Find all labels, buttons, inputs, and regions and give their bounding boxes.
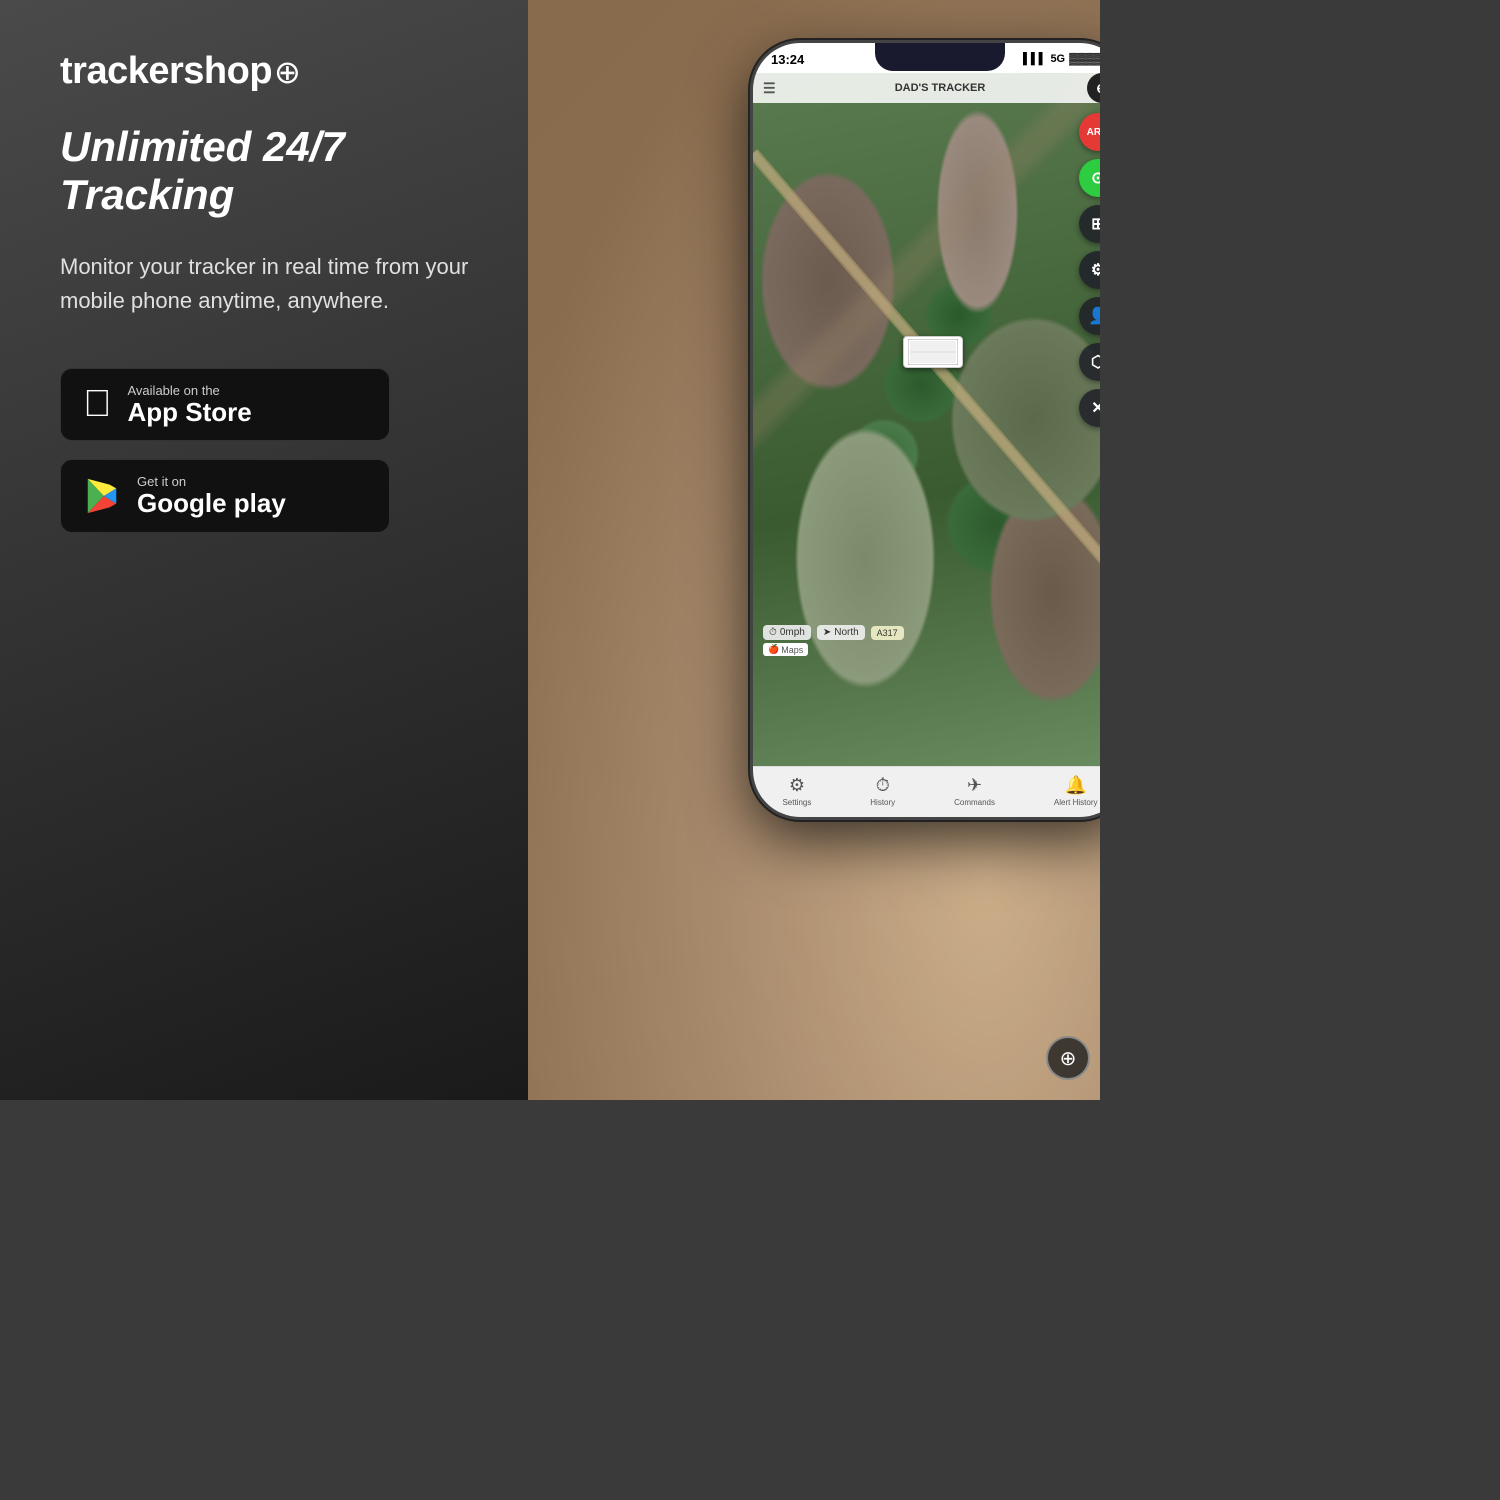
speed-value: 0mph: [780, 627, 805, 638]
nav-history[interactable]: ⏱ History: [870, 775, 895, 807]
road-badge: A317: [871, 626, 904, 640]
app-store-top-text: Available on the: [128, 383, 252, 398]
layers-fab[interactable]: ⊞: [1079, 205, 1100, 243]
speed-badge: ⏱ 0mph: [763, 625, 811, 640]
apple-maps-icon: 🍎: [768, 644, 779, 655]
phone-mockup: 13:24 ▌▌▌ 5G ▓▓▓▓░: [750, 40, 1100, 820]
subtext: Monitor your tracker in real time from y…: [60, 250, 488, 318]
direction-badge: ➤ North: [817, 625, 865, 640]
phone-frame: 13:24 ▌▌▌ 5G ▓▓▓▓░: [750, 40, 1100, 820]
headline: Unlimited 24/7Tracking: [60, 123, 488, 220]
speed-icon: ⏱: [769, 627, 777, 638]
app-store-main-text: App Store: [128, 398, 252, 427]
bottom-nav: ⚙ Settings ⏱ History ✈ Commands 🔔 Alert …: [753, 766, 1100, 817]
map-fab-container: ARM ⊙ ⊞ ⚙ 👤: [1079, 113, 1100, 427]
nav-settings[interactable]: ⚙ Settings: [782, 775, 811, 807]
nav-alert-history[interactable]: 🔔 Alert History: [1054, 775, 1098, 807]
share-fab[interactable]: ⬡: [1079, 343, 1100, 381]
person-icon: 👤: [1088, 306, 1100, 326]
nav-commands[interactable]: ✈ Commands: [954, 775, 995, 807]
google-play-icon: [83, 477, 121, 515]
settings-icon: ⚙: [1091, 260, 1100, 280]
share-icon: ⬡: [1091, 352, 1100, 372]
compass-direction-icon: ➤: [823, 627, 831, 638]
logo-icon: ⊕: [274, 53, 301, 91]
app-store-badge[interactable]:  Available on the App Store: [60, 368, 390, 442]
close-icon: ✕: [1091, 398, 1100, 418]
map-area: ☰ DAD'S TRACKER ⊕: [753, 73, 1100, 766]
signal-bars-icon: ▌▌▌: [1023, 53, 1046, 65]
compass-icon[interactable]: ⊕: [1087, 73, 1100, 103]
google-play-badge[interactable]: Get it on Google play: [60, 459, 390, 533]
commands-nav-icon: ✈: [967, 775, 982, 796]
person-fab[interactable]: 👤: [1079, 297, 1100, 335]
maps-label: 🍎 Maps: [763, 643, 808, 656]
direction-value: North: [834, 627, 858, 638]
settings-fab[interactable]: ⚙: [1079, 251, 1100, 289]
google-play-text-wrap: Get it on Google play: [137, 474, 286, 518]
compass-bottom-icon: ⊕: [1060, 1046, 1077, 1071]
phone-notch: [875, 43, 1005, 71]
alert-nav-label: Alert History: [1054, 798, 1098, 807]
hamburger-icon[interactable]: ☰: [763, 80, 776, 97]
status-time: 13:24: [771, 52, 804, 67]
history-nav-label: History: [870, 798, 895, 807]
google-play-main-text: Google play: [137, 489, 286, 518]
map-satellite-layer: [753, 73, 1100, 766]
tracker-vehicle-icon: [903, 336, 963, 368]
location-fab[interactable]: ⊙: [1079, 159, 1100, 197]
status-icons: ▌▌▌ 5G ▓▓▓▓░: [1023, 53, 1100, 65]
commands-nav-label: Commands: [954, 798, 995, 807]
left-panel: trackershop ⊕ Unlimited 24/7Tracking Mon…: [0, 0, 528, 1100]
right-panel: 13:24 ▌▌▌ 5G ▓▓▓▓░: [528, 0, 1100, 1100]
close-fab[interactable]: ✕: [1079, 389, 1100, 427]
layers-icon: ⊞: [1091, 214, 1100, 234]
alert-nav-icon: 🔔: [1064, 775, 1086, 796]
road-name: A317: [877, 628, 898, 638]
arm-button[interactable]: ARM: [1079, 113, 1100, 151]
app-store-text-wrap: Available on the App Store: [128, 383, 252, 427]
logo: trackershop ⊕: [60, 50, 488, 93]
apple-icon: : [83, 383, 112, 426]
settings-nav-icon: ⚙: [789, 775, 805, 796]
location-icon: ⊙: [1091, 168, 1100, 188]
tracker-name: DAD'S TRACKER: [895, 82, 986, 94]
history-nav-icon: ⏱: [876, 775, 890, 796]
settings-nav-label: Settings: [782, 798, 811, 807]
page-container: trackershop ⊕ Unlimited 24/7Tracking Mon…: [0, 0, 1100, 1100]
speed-bar: ⏱ 0mph ➤ North A317 �: [763, 625, 1072, 656]
network-type: 5G: [1050, 53, 1065, 65]
bottom-compass-button[interactable]: ⊕: [1046, 1036, 1090, 1080]
battery-icon: ▓▓▓▓░: [1069, 53, 1100, 65]
logo-text: trackershop: [60, 50, 272, 93]
google-play-top-text: Get it on: [137, 474, 286, 489]
speed-row: ⏱ 0mph ➤ North A317: [763, 625, 1072, 640]
tracker-header-bar: ☰ DAD'S TRACKER ⊕: [753, 73, 1100, 103]
